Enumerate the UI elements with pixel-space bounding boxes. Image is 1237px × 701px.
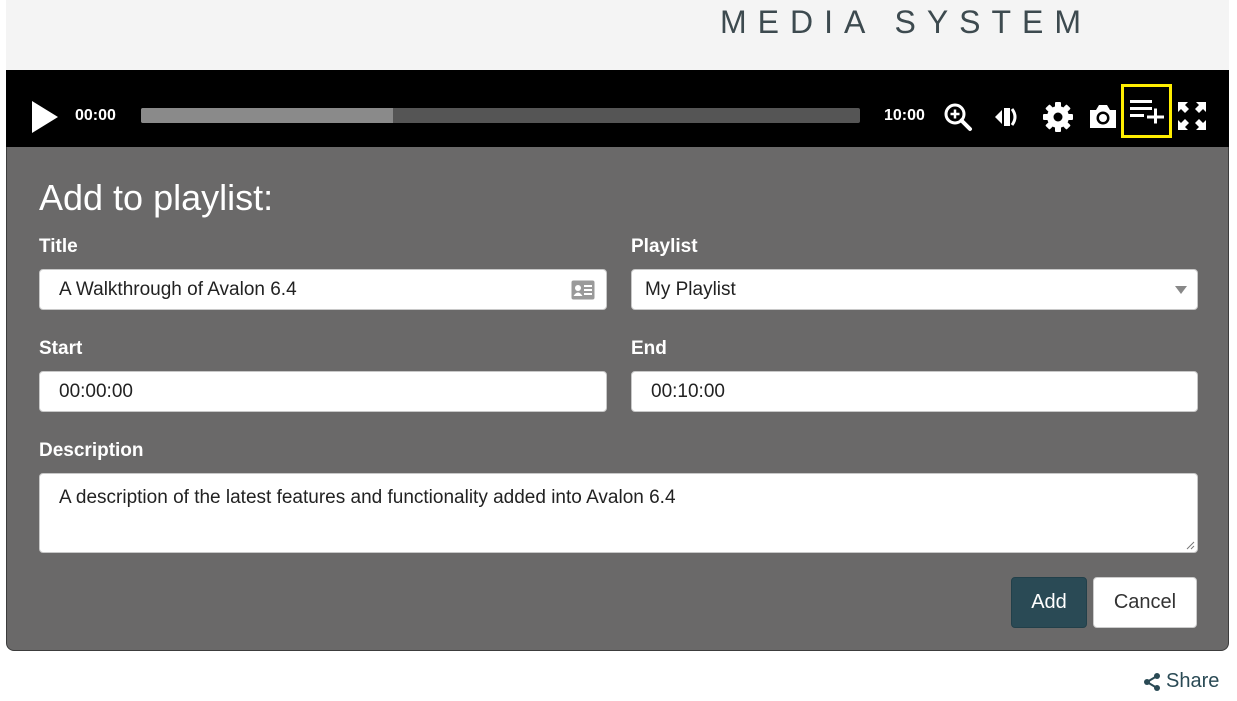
share-label: Share (1166, 670, 1220, 692)
share-icon (1144, 672, 1160, 691)
add-button[interactable]: Add (1011, 577, 1087, 628)
description-textarea-value: A description of the latest features and… (59, 487, 676, 508)
camera-icon (1090, 105, 1116, 128)
add-to-playlist-icon (1130, 100, 1164, 124)
start-label: Start (39, 338, 83, 359)
fullscreen-button[interactable] (1177, 101, 1207, 131)
cancel-button[interactable]: Cancel (1093, 577, 1197, 628)
add-to-playlist-button[interactable] (1121, 84, 1172, 138)
contact-card-icon (571, 280, 595, 300)
title-input[interactable]: A Walkthrough of Avalon 6.4 (39, 269, 607, 310)
total-time: 10:00 (884, 107, 925, 124)
title-input-value: A Walkthrough of Avalon 6.4 (59, 279, 297, 300)
title-label: Title (39, 236, 78, 257)
gear-icon (1043, 102, 1073, 132)
end-label: End (631, 338, 667, 359)
volume-icon (995, 108, 1017, 126)
progress-buffered (141, 108, 393, 123)
end-input-value: 00:10:00 (651, 381, 725, 402)
share-link[interactable]: Share (1143, 670, 1219, 693)
zoom-in-icon (944, 103, 972, 131)
add-to-playlist-panel: Add to playlist: Title A Walkthrough of … (6, 147, 1229, 651)
fullscreen-icon (1178, 102, 1206, 130)
media-player-controls: 00:00 10:00 (6, 70, 1229, 147)
playlist-selected-value: My Playlist (645, 279, 736, 300)
description-textarea[interactable]: A description of the latest features and… (39, 473, 1198, 553)
playlist-label: Playlist (631, 236, 698, 257)
site-header: MEDIA SYSTEM (6, 0, 1229, 70)
panel-heading: Add to playlist: (39, 177, 274, 218)
start-input-value: 00:00:00 (59, 381, 133, 402)
screenshot-button[interactable] (1088, 102, 1118, 130)
zoom-in-button[interactable] (943, 102, 973, 132)
progress-bar[interactable] (141, 108, 860, 123)
current-time: 00:00 (75, 107, 116, 124)
start-input[interactable]: 00:00:00 (39, 371, 607, 412)
description-label: Description (39, 440, 144, 461)
brand-logo-text: MEDIA SYSTEM (720, 4, 1093, 40)
chevron-down-icon (1175, 286, 1187, 294)
end-input[interactable]: 00:10:00 (631, 371, 1198, 412)
resize-grip-icon[interactable] (1185, 540, 1195, 550)
settings-button[interactable] (1042, 101, 1074, 133)
page: MEDIA SYSTEM 00:00 10:00 Add to playlist… (0, 0, 1237, 701)
play-button[interactable] (30, 100, 60, 134)
volume-button[interactable] (991, 103, 1023, 131)
playlist-select[interactable]: My Playlist (631, 269, 1198, 310)
play-icon (32, 101, 58, 133)
